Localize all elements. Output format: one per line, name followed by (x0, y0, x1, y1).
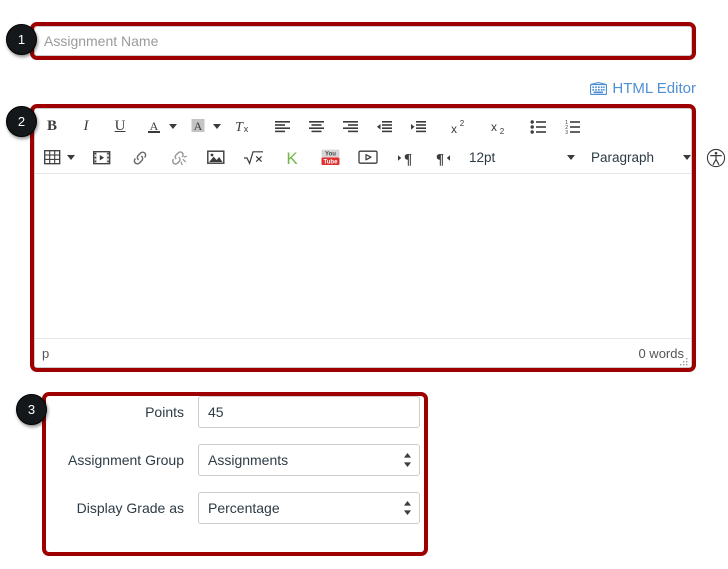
assignment-group-select[interactable] (198, 444, 420, 476)
svg-text:x: x (451, 122, 457, 135)
editor-toolbar-row-1: B I U A A T x x 2 x 2 1 2 3 (35, 109, 691, 142)
svg-text:Tube: Tube (323, 159, 338, 165)
form-row-display-grade-as: Display Grade as (46, 492, 476, 524)
link-icon[interactable] (127, 145, 153, 171)
text-color-caret-icon[interactable] (169, 124, 177, 129)
align-right-button[interactable] (337, 114, 363, 140)
font-size-label: 12pt (469, 150, 496, 165)
svg-text:T: T (235, 120, 244, 135)
underline-button[interactable]: U (107, 114, 133, 140)
html-editor-label: HTML Editor (612, 80, 696, 97)
svg-text:2: 2 (460, 119, 465, 128)
resize-handle-icon[interactable] (678, 355, 689, 366)
italic-button[interactable]: I (73, 114, 99, 140)
rich-content-editor: B I U A A T x x 2 x 2 1 2 3 K You Tube ¶… (34, 108, 726, 368)
points-input[interactable] (198, 396, 420, 428)
direction-ltr-icon[interactable]: ¶ (393, 145, 419, 171)
svg-text:A: A (150, 119, 159, 133)
paragraph-format-caret-icon[interactable] (683, 155, 691, 160)
align-left-button[interactable] (269, 114, 295, 140)
editor-toolbar-row-2: K You Tube ¶ ¶ 12pt Paragraph (35, 142, 726, 173)
form-row-assignment-group: Assignment Group (46, 444, 476, 476)
paragraph-format-label: Paragraph (591, 150, 655, 165)
table-caret-icon[interactable] (67, 155, 75, 160)
text-color-button[interactable]: A (141, 114, 167, 140)
numbered-list-button[interactable]: 1 2 3 (559, 114, 585, 140)
clear-formatting-button[interactable]: T x (229, 114, 255, 140)
media-button[interactable] (89, 145, 115, 171)
accessibility-checker-button[interactable] (703, 145, 728, 171)
bold-button[interactable]: B (39, 114, 65, 140)
svg-text:A: A (194, 119, 203, 133)
element-path: p (42, 345, 50, 361)
points-label: Points (145, 404, 184, 420)
annotation-badge-1: 1 (6, 24, 37, 55)
superscript-button[interactable]: x 2 (445, 114, 471, 140)
font-size-select[interactable]: 12pt (469, 145, 575, 171)
display-grade-as-select[interactable] (198, 492, 420, 524)
svg-text:3: 3 (565, 130, 568, 134)
outdent-button[interactable] (371, 114, 397, 140)
align-center-button[interactable] (303, 114, 329, 140)
editor-content-area[interactable] (35, 173, 691, 339)
paragraph-format-select[interactable]: Paragraph (591, 145, 691, 171)
svg-text:K: K (286, 149, 298, 167)
bulleted-list-button[interactable] (525, 114, 551, 140)
svg-text:¶: ¶ (404, 151, 412, 166)
editor-status-bar: p 0 words (35, 339, 691, 367)
annotation-badge-3: 3 (16, 394, 47, 425)
unlink-icon[interactable] (165, 145, 191, 171)
display-grade-as-label: Display Grade as (76, 500, 184, 516)
svg-text:You: You (325, 152, 336, 158)
assignment-group-label: Assignment Group (68, 452, 184, 468)
html-editor-link[interactable]: HTML Editor (590, 80, 696, 97)
assignment-details-form: Points Assignment Group Display Grade as (46, 396, 476, 524)
image-icon[interactable] (203, 145, 229, 171)
video-play-icon[interactable] (355, 145, 381, 171)
direction-rtl-icon[interactable]: ¶ (429, 145, 455, 171)
assignment-name-field[interactable] (34, 26, 692, 56)
font-size-caret-icon[interactable] (567, 155, 575, 160)
form-row-points: Points (46, 396, 476, 428)
svg-text:¶: ¶ (436, 151, 444, 166)
svg-text:2: 2 (500, 127, 505, 135)
highlight-color-caret-icon[interactable] (213, 124, 221, 129)
math-icon[interactable] (241, 145, 267, 171)
kaltura-k-icon[interactable]: K (279, 145, 305, 171)
indent-button[interactable] (405, 114, 431, 140)
highlight-color-button[interactable]: A (185, 114, 211, 140)
keyboard-icon (590, 82, 608, 95)
subscript-button[interactable]: x 2 (485, 114, 511, 140)
assignment-name-input[interactable] (34, 26, 692, 56)
annotation-badge-2: 2 (6, 106, 37, 137)
youtube-icon[interactable]: You Tube (317, 145, 343, 171)
table-button[interactable] (39, 145, 65, 171)
svg-text:x: x (244, 124, 249, 134)
svg-text:x: x (491, 120, 497, 134)
